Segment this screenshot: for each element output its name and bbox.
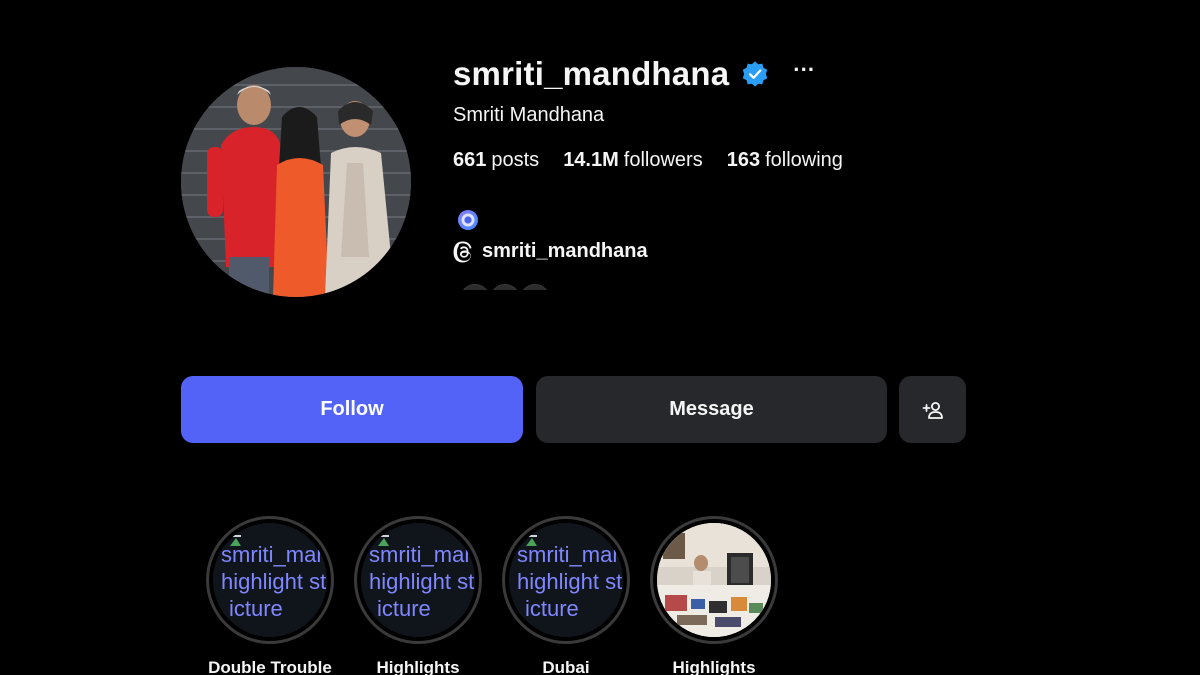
follow-button[interactable]: Follow — [181, 376, 523, 443]
suggested-accounts-button[interactable] — [899, 376, 966, 443]
highlight-cover: smriti_manc highlight sto icture — [361, 523, 475, 637]
highlight-ring: smriti_manc highlight sto icture — [502, 516, 630, 644]
highlight-label: Highlights — [376, 658, 460, 675]
alt-text-line: highlight sto — [517, 569, 623, 594]
highlight-cover: smriti_manc highlight sto icture — [213, 523, 327, 637]
highlight-ring — [650, 516, 778, 644]
highlight-double-trouble[interactable]: smriti_manc highlight sto icture Double … — [205, 516, 335, 675]
highlight-ring: smriti_manc highlight sto icture — [206, 516, 334, 644]
alt-text-line: highlight sto — [221, 569, 327, 594]
posts-label: posts — [491, 149, 540, 171]
verified-badge-icon — [741, 60, 769, 88]
alt-text-line: icture — [525, 596, 579, 621]
mutual-avatar — [490, 284, 520, 290]
threads-handle: smriti_mandhana — [482, 240, 648, 262]
highlight-label: Double Trouble — [208, 658, 332, 675]
alt-text-line: smriti_manc — [221, 542, 327, 567]
threads-badge-icon[interactable] — [457, 209, 479, 231]
followers-count: 14.1M — [563, 149, 619, 171]
highlight-highlights-2[interactable]: Highlights — [649, 516, 779, 675]
threads-icon — [453, 241, 472, 262]
full-name: Smriti Mandhana — [453, 104, 605, 126]
posts-count: 661 — [453, 149, 487, 171]
alt-text-line: smriti_manc — [517, 542, 623, 567]
mutual-avatar — [520, 284, 550, 290]
following-label: following — [765, 149, 843, 171]
hotel-room-photo — [657, 523, 771, 637]
following-stat[interactable]: 163 following — [727, 149, 843, 172]
alt-text-line: smriti_manc — [369, 542, 475, 567]
highlight-ring: smriti_manc highlight sto icture — [354, 516, 482, 644]
following-count: 163 — [726, 149, 761, 171]
broken-image-alt-text: smriti_manc highlight sto icture — [517, 541, 623, 622]
alt-text-line: icture — [229, 596, 283, 621]
profile-avatar[interactable] — [181, 67, 411, 297]
add-user-icon — [922, 401, 943, 419]
highlight-dubai[interactable]: smriti_manc highlight sto icture Dubai — [501, 516, 631, 675]
profile-photo — [181, 67, 411, 297]
alt-text-line: highlight sto — [369, 569, 475, 594]
mutual-avatar — [460, 284, 490, 290]
ellipsis-icon[interactable]: ··· — [793, 59, 815, 81]
followers-stat[interactable]: 14.1M followers — [563, 149, 703, 172]
username: smriti_mandhana — [453, 55, 730, 92]
posts-stat: 661 posts — [453, 149, 539, 172]
mutual-followers-avatars[interactable] — [460, 284, 580, 290]
highlight-highlights-1[interactable]: smriti_manc highlight sto icture Highlig… — [353, 516, 483, 675]
threads-link[interactable]: smriti_mandhana — [453, 240, 648, 263]
profile-stats: 661 posts 14.1M followers 163 following — [453, 149, 843, 172]
broken-image-alt-text: smriti_manc highlight sto icture — [369, 541, 475, 622]
alt-text-line: icture — [377, 596, 431, 621]
highlight-cover-photo — [657, 523, 771, 637]
highlight-label: Dubai — [542, 658, 590, 675]
message-button[interactable]: Message — [536, 376, 887, 443]
highlight-cover: smriti_manc highlight sto icture — [509, 523, 623, 637]
highlight-label: Highlights — [672, 658, 756, 675]
broken-image-alt-text: smriti_manc highlight sto icture — [221, 541, 327, 622]
username-row: smriti_mandhana ··· — [453, 52, 815, 96]
followers-label: followers — [623, 149, 703, 171]
instagram-profile-page: smriti_mandhana ··· Smriti Mandhana 661 p… — [0, 0, 1200, 675]
